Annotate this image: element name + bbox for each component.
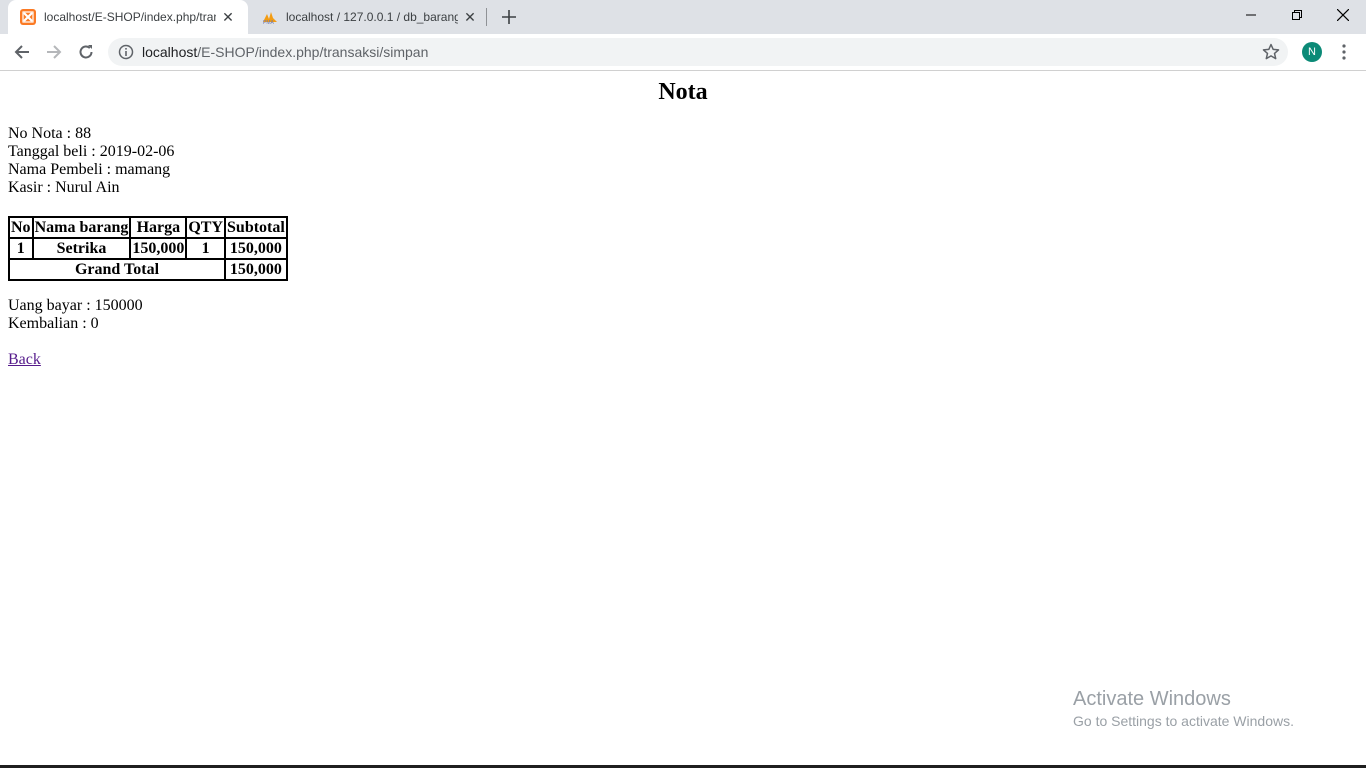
arrow-right-icon — [47, 45, 62, 59]
table-header-row: No Nama barang Harga QTY Subtotal — [9, 217, 287, 238]
cell-harga: 150,000 — [130, 238, 187, 259]
back-button[interactable] — [8, 38, 36, 66]
cell-nama-barang: Setrika — [32, 238, 131, 259]
payment-info: Uang bayar : 150000 Kembalian : 0 — [8, 297, 143, 333]
forward-button[interactable] — [40, 38, 68, 66]
uang-bayar: Uang bayar : 150000 — [8, 297, 143, 314]
page-title: Nota — [658, 79, 708, 105]
more-vert-icon[interactable] — [1336, 41, 1352, 63]
close-icon — [1337, 9, 1349, 21]
tab-strip: localhost/E-SHOP/index.php/tran ✕ PMA lo… — [0, 0, 1366, 34]
header-subtotal: Subtotal — [225, 217, 287, 238]
info-icon[interactable] — [118, 44, 134, 60]
grand-total-row: Grand Total 150,000 — [9, 259, 287, 280]
address-bar[interactable]: localhost/E-SHOP/index.php/transaksi/sim… — [108, 38, 1288, 66]
close-icon[interactable]: ✕ — [220, 9, 236, 25]
cell-no: 1 — [9, 238, 33, 259]
xampp-icon — [20, 9, 36, 25]
browser-toolbar: localhost/E-SHOP/index.php/transaksi/sim… — [0, 34, 1366, 71]
tab-divider — [486, 8, 487, 26]
watermark-title: Activate Windows — [1073, 688, 1231, 710]
nota-info: No Nota : 88 Tanggal beli : 2019-02-06 N… — [8, 125, 174, 197]
header-no: No — [9, 217, 33, 238]
close-window-button[interactable] — [1320, 0, 1366, 30]
tab-title: localhost / 127.0.0.1 / db_barang — [286, 10, 458, 24]
plus-icon — [502, 10, 516, 24]
kembalian: Kembalian : 0 — [8, 315, 99, 332]
minimize-button[interactable] — [1228, 0, 1274, 30]
page-content: Nota No Nota : 88 Tanggal beli : 2019-02… — [0, 71, 1366, 768]
windows-activation-watermark: Activate Windows Go to Settings to activ… — [1073, 688, 1294, 729]
phpmyadmin-icon: PMA — [262, 9, 278, 26]
no-nota: No Nota : 88 — [8, 125, 92, 142]
avatar[interactable]: N — [1302, 42, 1322, 62]
cell-subtotal: 150,000 — [225, 238, 287, 259]
table-row: 1 Setrika 150,000 1 150,000 — [9, 238, 287, 259]
minimize-icon — [1246, 14, 1256, 16]
restore-icon — [1292, 10, 1302, 20]
nota-table: No Nama barang Harga QTY Subtotal 1 Setr… — [8, 216, 288, 281]
reload-button[interactable] — [72, 38, 100, 66]
close-icon[interactable]: ✕ — [462, 9, 478, 25]
tab-title: localhost/E-SHOP/index.php/tran — [44, 10, 216, 24]
nama-pembeli: Nama Pembeli : mamang — [8, 161, 171, 178]
header-nama-barang: Nama barang — [32, 217, 131, 238]
watermark-subtitle: Go to Settings to activate Windows. — [1073, 713, 1294, 729]
header-qty: QTY — [186, 217, 226, 238]
restore-button[interactable] — [1274, 0, 1320, 30]
reload-icon — [79, 45, 93, 59]
star-icon[interactable] — [1262, 43, 1280, 61]
back-link[interactable]: Back — [8, 351, 41, 369]
url-host: localhost — [142, 44, 198, 60]
kasir: Kasir : Nurul Ain — [8, 179, 120, 196]
tanggal-beli: Tanggal beli : 2019-02-06 — [8, 143, 175, 160]
new-tab-button[interactable] — [498, 6, 520, 28]
grand-total-value: 150,000 — [225, 259, 287, 280]
arrow-left-icon — [14, 45, 29, 59]
svg-text:PMA: PMA — [263, 20, 275, 25]
url-text[interactable]: localhost/E-SHOP/index.php/transaksi/sim… — [142, 44, 428, 60]
grand-total-label: Grand Total — [9, 259, 226, 280]
tab-eshop[interactable]: localhost/E-SHOP/index.php/tran ✕ — [8, 0, 248, 34]
tab-phpmyadmin[interactable]: PMA localhost / 127.0.0.1 / db_barang ✕ — [250, 0, 484, 34]
url-path: /E-SHOP/index.php/transaksi/simpan — [197, 44, 429, 60]
cell-qty: 1 — [186, 238, 226, 259]
header-harga: Harga — [130, 217, 187, 238]
